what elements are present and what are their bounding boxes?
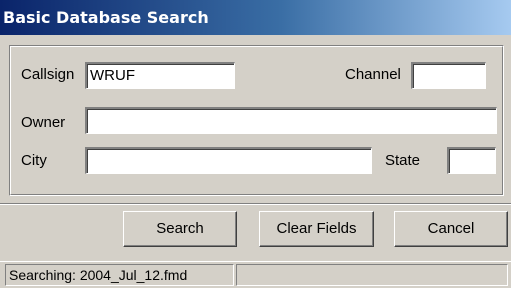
clear-fields-button[interactable]: Clear Fields — [259, 211, 374, 247]
status-panel-secondary — [236, 264, 508, 286]
channel-label: Channel — [345, 66, 401, 83]
status-text: Searching: 2004_Jul_12.fmd — [5, 264, 234, 286]
search-button[interactable]: Search — [123, 211, 237, 247]
state-label: State — [385, 152, 421, 169]
status-bar: Searching: 2004_Jul_12.fmd — [0, 261, 511, 288]
channel-input[interactable] — [411, 62, 486, 89]
state-input[interactable] — [447, 147, 496, 174]
callsign-label: Callsign — [21, 66, 75, 83]
owner-label: Owner — [21, 114, 66, 131]
city-input[interactable] — [85, 147, 372, 174]
search-dialog: Basic Database Search Callsign WRUF Chan… — [0, 0, 511, 288]
window-title: Basic Database Search — [3, 8, 209, 27]
callsign-input[interactable]: WRUF — [85, 62, 235, 89]
title-bar[interactable]: Basic Database Search — [0, 0, 511, 35]
city-label: City — [21, 152, 47, 169]
cancel-button[interactable]: Cancel — [394, 211, 508, 247]
owner-input[interactable] — [85, 107, 497, 134]
separator — [0, 203, 511, 205]
